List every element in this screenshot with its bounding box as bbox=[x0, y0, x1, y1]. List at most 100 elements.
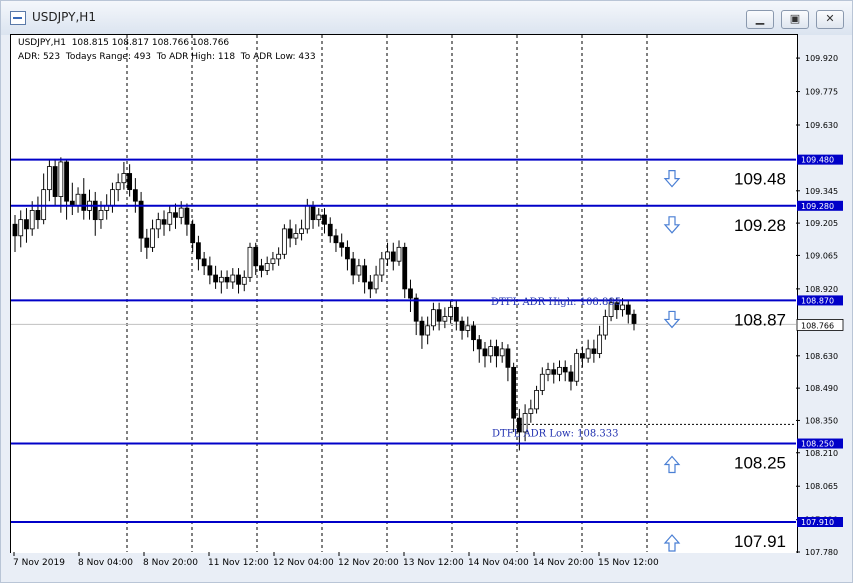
bull-candle bbox=[430, 309, 436, 327]
bull-candle bbox=[230, 274, 236, 283]
bear-candle bbox=[476, 339, 482, 350]
level-axis-label: 108.870 bbox=[801, 296, 834, 305]
bull-candle bbox=[602, 316, 608, 336]
bear-candle bbox=[402, 246, 408, 290]
bear-candle bbox=[127, 173, 133, 191]
x-tick-label: 15 Nov 12:00 bbox=[598, 558, 659, 568]
bear-candle bbox=[367, 281, 373, 290]
bear-candle bbox=[362, 265, 368, 283]
symbol-info-line: USDJPY,H1 108.815 108.817 108.766 108.76… bbox=[18, 38, 230, 48]
bear-candle bbox=[196, 242, 201, 260]
bull-candle bbox=[356, 265, 362, 276]
bull-candle bbox=[121, 173, 127, 184]
bear-candle bbox=[207, 265, 213, 276]
bull-candle bbox=[379, 258, 385, 276]
x-tick-label: 12 Nov 04:00 bbox=[273, 558, 334, 568]
bear-candle bbox=[253, 246, 259, 267]
bull-candle bbox=[115, 182, 121, 191]
x-tick-label: 14 Nov 04:00 bbox=[468, 558, 529, 568]
bull-candle bbox=[218, 276, 224, 283]
bear-candle bbox=[625, 304, 631, 315]
bull-candle bbox=[597, 334, 603, 354]
bear-candle bbox=[132, 189, 138, 202]
bull-candle bbox=[585, 348, 591, 359]
price-chart: 7 Nov 2019 8 Nov 04:00 8 Nov 20:00 11 Nov 1… bbox=[11, 35, 844, 568]
bear-candle bbox=[161, 219, 167, 225]
y-tick-label: 109.920 bbox=[805, 54, 838, 63]
bear-candle bbox=[81, 193, 87, 211]
level-axis-label: 109.480 bbox=[801, 156, 834, 165]
bear-candle bbox=[436, 309, 442, 322]
y-tick-label: 108.350 bbox=[805, 416, 838, 425]
bull-candle bbox=[442, 316, 448, 322]
bull-candle bbox=[304, 205, 310, 230]
bear-candle bbox=[259, 265, 264, 271]
bull-candle bbox=[276, 253, 282, 260]
bull-candle bbox=[385, 251, 390, 260]
arrow-down-icon bbox=[663, 216, 681, 234]
bull-candle bbox=[499, 348, 505, 357]
bull-candle bbox=[574, 353, 580, 382]
arrow-up-icon bbox=[663, 534, 681, 552]
bear-candle bbox=[345, 246, 350, 260]
bear-candle bbox=[12, 223, 18, 237]
bull-candle bbox=[281, 228, 287, 255]
bear-candle bbox=[591, 348, 597, 354]
bear-candle bbox=[390, 251, 396, 262]
y-tick-label: 108.630 bbox=[805, 352, 838, 361]
y-tick-label: 109.775 bbox=[805, 88, 838, 97]
x-tick-label: 12 Nov 20:00 bbox=[338, 558, 399, 568]
bull-candle bbox=[29, 210, 35, 230]
bull-candle bbox=[18, 219, 24, 237]
level-axis-label: 109.280 bbox=[801, 202, 834, 211]
bear-candle bbox=[201, 258, 207, 267]
y-tick-label: 109.205 bbox=[805, 219, 838, 228]
bull-candle bbox=[557, 366, 562, 375]
bear-candle bbox=[505, 348, 511, 368]
bear-candle bbox=[408, 288, 413, 299]
adr-high-label: DTFL ADR High: 108.885 bbox=[491, 297, 621, 308]
bear-candle bbox=[224, 276, 230, 283]
y-tick-label: 108.210 bbox=[805, 449, 838, 458]
bull-candle bbox=[620, 304, 625, 311]
current-price-label: 108.766 bbox=[801, 321, 834, 330]
level-value-label: 107.91 bbox=[734, 532, 786, 551]
bear-candle bbox=[190, 223, 196, 244]
bear-candle bbox=[24, 219, 29, 230]
bear-candle bbox=[471, 325, 476, 341]
bull-candle bbox=[247, 246, 253, 278]
x-tick-label: 11 Nov 12:00 bbox=[208, 558, 269, 568]
y-tick-label: 109.630 bbox=[805, 121, 838, 130]
bull-candle bbox=[545, 369, 551, 375]
bear-candle bbox=[35, 210, 41, 221]
bear-candle bbox=[236, 274, 241, 285]
bear-candle bbox=[287, 228, 293, 239]
bull-candle bbox=[539, 373, 545, 391]
bear-candle bbox=[52, 166, 58, 197]
bull-candle bbox=[41, 189, 47, 221]
y-tick-label: 108.490 bbox=[805, 384, 838, 393]
level-value-label: 108.25 bbox=[734, 454, 786, 473]
level-axis-label: 108.250 bbox=[801, 440, 834, 449]
level-value-label: 109.28 bbox=[734, 216, 786, 235]
bear-candle bbox=[419, 320, 425, 336]
bull-candle bbox=[448, 306, 453, 317]
bear-candle bbox=[327, 223, 333, 237]
bull-candle bbox=[167, 212, 173, 225]
bull-candle bbox=[241, 276, 247, 285]
bull-candle bbox=[178, 207, 184, 218]
x-tick-label: 8 Nov 04:00 bbox=[78, 558, 133, 568]
arrow-down-icon bbox=[663, 310, 681, 329]
bear-candle bbox=[184, 207, 190, 225]
arrow-down-icon bbox=[663, 170, 681, 188]
x-tick-label: 13 Nov 12:00 bbox=[403, 558, 464, 568]
bear-candle bbox=[482, 348, 488, 357]
level-value-label: 108.87 bbox=[734, 310, 786, 329]
bull-candle bbox=[98, 210, 104, 221]
x-tick-label: 7 Nov 2019 bbox=[13, 558, 65, 568]
bull-candle bbox=[110, 189, 115, 207]
bull-candle bbox=[299, 228, 304, 234]
bear-candle bbox=[310, 205, 316, 221]
bear-candle bbox=[213, 274, 219, 283]
level-value-label: 109.48 bbox=[734, 170, 786, 189]
